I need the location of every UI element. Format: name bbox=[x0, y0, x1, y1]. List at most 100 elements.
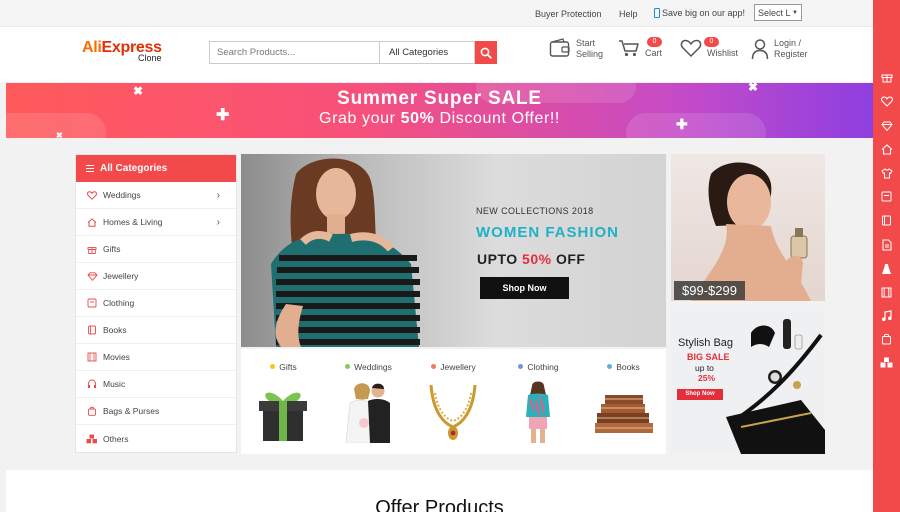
category-item-movies[interactable]: Movies bbox=[76, 344, 236, 371]
strip-item-books[interactable]: Books bbox=[581, 349, 666, 454]
category-item-label: Books bbox=[103, 325, 127, 335]
home-icon[interactable] bbox=[879, 142, 894, 157]
start-selling-line2: Selling bbox=[576, 48, 604, 59]
user-icon bbox=[751, 39, 769, 60]
strip-item-gifts[interactable]: Gifts bbox=[241, 349, 326, 454]
category-item-label: Others bbox=[103, 433, 129, 444]
start-selling-link[interactable]: Start Selling bbox=[549, 38, 603, 59]
promo-subtitle: Grab your 50% Discount Offer!! bbox=[6, 110, 873, 128]
wishlist-link[interactable]: Wishlist 0 bbox=[680, 37, 738, 59]
buyer-protection-link[interactable]: Buyer Protection bbox=[535, 9, 602, 19]
category-select[interactable]: All Categories bbox=[379, 41, 475, 64]
book-icon bbox=[86, 325, 98, 336]
book-icon[interactable] bbox=[879, 213, 894, 228]
diamond-icon[interactable] bbox=[879, 118, 894, 133]
wallet-icon bbox=[549, 38, 570, 57]
logo-subtitle: Clone bbox=[138, 53, 162, 63]
promo-sub-percent: 50% bbox=[400, 110, 435, 127]
app-link-label: Save big on our app! bbox=[662, 8, 746, 18]
category-item-label: Music bbox=[103, 379, 126, 389]
gift-icon[interactable] bbox=[879, 69, 894, 84]
login-line2: Register bbox=[774, 48, 808, 59]
gift-icon bbox=[86, 244, 98, 255]
offer-products-section: Offer Products bbox=[6, 470, 873, 512]
bullet-dot bbox=[270, 364, 276, 369]
side-banner-bag[interactable]: Stylish Bag BIG SALE up to 25% Shop Now bbox=[671, 305, 825, 454]
hero-offer-percent: 50% bbox=[522, 251, 552, 267]
music-note-icon[interactable] bbox=[879, 308, 894, 323]
category-item-label: Gifts bbox=[103, 244, 121, 254]
strip-item-label: Gifts bbox=[279, 362, 297, 372]
hero-offer-pre: UPTO bbox=[477, 251, 523, 267]
shirt-icon[interactable] bbox=[879, 166, 894, 181]
caret-down-icon: ▼ bbox=[792, 9, 798, 16]
bullet-dot bbox=[345, 364, 351, 369]
category-menu-title: All Categories bbox=[100, 163, 168, 174]
bag-banner-shop-now-button[interactable]: Shop Now bbox=[677, 389, 723, 400]
document-icon[interactable] bbox=[879, 237, 894, 252]
cart-icon bbox=[619, 40, 639, 57]
promo-sub-post: Discount Offer!! bbox=[434, 110, 560, 127]
mobile-phone-icon bbox=[654, 8, 660, 18]
heart-icon[interactable] bbox=[879, 94, 894, 109]
film-icon bbox=[86, 352, 98, 363]
tag-icon[interactable] bbox=[879, 189, 894, 204]
stylish-bag-image bbox=[726, 319, 825, 454]
hero-offer: UPTO 50% OFF bbox=[477, 251, 585, 267]
cubes-icon[interactable] bbox=[879, 355, 894, 370]
film-icon[interactable] bbox=[879, 285, 894, 300]
heart-icon bbox=[680, 39, 702, 58]
category-item-label: Bags & Purses bbox=[103, 406, 160, 416]
bag-banner-title: Stylish Bag bbox=[678, 337, 734, 349]
perfume-model-image bbox=[691, 162, 811, 301]
heart-icon bbox=[86, 190, 98, 201]
promo-banner[interactable]: ✖ ✚ ✖ ✖ ✚ Summer Super SALE Grab your 50… bbox=[6, 83, 873, 138]
hero-shop-now-button[interactable]: Shop Now bbox=[480, 277, 569, 299]
category-menu-header[interactable]: All Categories bbox=[76, 155, 236, 182]
strip-item-jewellery[interactable]: Jewellery bbox=[411, 349, 496, 454]
category-item-music[interactable]: Music bbox=[76, 371, 236, 398]
search-icon bbox=[480, 47, 492, 59]
clothing-model-image bbox=[526, 381, 550, 443]
hero-title: WOMEN FASHION bbox=[476, 224, 619, 241]
category-item-books[interactable]: Books bbox=[76, 317, 236, 344]
strip-item-clothing[interactable]: Clothing bbox=[496, 349, 581, 454]
hero-slider[interactable]: NEW COLLECTIONS 2018 WOMEN FASHION UPTO … bbox=[241, 154, 666, 347]
hero-new-collections: NEW COLLECTIONS 2018 bbox=[476, 206, 594, 216]
chevron-right-icon: › bbox=[216, 216, 220, 228]
bullet-dot bbox=[518, 364, 524, 369]
login-line1: Login / bbox=[774, 38, 802, 48]
help-link[interactable]: Help bbox=[619, 9, 638, 19]
cart-link[interactable]: Cart 0 bbox=[618, 37, 662, 59]
category-item-others[interactable]: Others bbox=[76, 425, 236, 452]
headphones-icon bbox=[86, 379, 98, 390]
home-icon bbox=[86, 217, 98, 228]
bag-icon[interactable] bbox=[879, 331, 894, 346]
login-register-link[interactable]: Login / Register bbox=[751, 38, 808, 60]
language-select[interactable]: Select L ▼ bbox=[754, 4, 802, 21]
language-select-value: Select L bbox=[758, 7, 791, 18]
gift-box-image bbox=[259, 392, 307, 441]
tag-icon bbox=[86, 298, 98, 309]
search-button[interactable] bbox=[475, 41, 497, 64]
strip-item-weddings[interactable]: Weddings bbox=[326, 349, 411, 454]
category-strip: Gifts Weddings Jewellery Clothing Books bbox=[241, 349, 666, 454]
category-item-label: Movies bbox=[103, 352, 130, 362]
wishlist-count-badge: 0 bbox=[704, 37, 719, 47]
category-item-gifts[interactable]: Gifts bbox=[76, 236, 236, 263]
category-item-bags-purses[interactable]: Bags & Purses bbox=[76, 398, 236, 425]
page: Buyer Protection Help Save big on our ap… bbox=[0, 0, 900, 512]
dress-icon[interactable] bbox=[879, 261, 894, 276]
side-banner-price: $99-$299 bbox=[674, 281, 745, 300]
search-input[interactable]: Search Products... bbox=[209, 41, 379, 64]
category-item-homes-living[interactable]: Homes & Living › bbox=[76, 209, 236, 236]
chevron-right-icon: › bbox=[216, 189, 220, 201]
strip-item-label: Weddings bbox=[354, 362, 392, 372]
category-item-clothing[interactable]: Clothing bbox=[76, 290, 236, 317]
side-banner-perfume[interactable]: $99-$299 bbox=[671, 154, 825, 301]
app-link[interactable]: Save big on our app! bbox=[654, 8, 745, 18]
category-item-jewellery[interactable]: Jewellery bbox=[76, 263, 236, 290]
category-item-weddings[interactable]: Weddings › bbox=[76, 182, 236, 209]
bag-banner-percent: 25% bbox=[698, 373, 716, 383]
site-logo[interactable]: AliExpress Clone bbox=[82, 39, 162, 63]
